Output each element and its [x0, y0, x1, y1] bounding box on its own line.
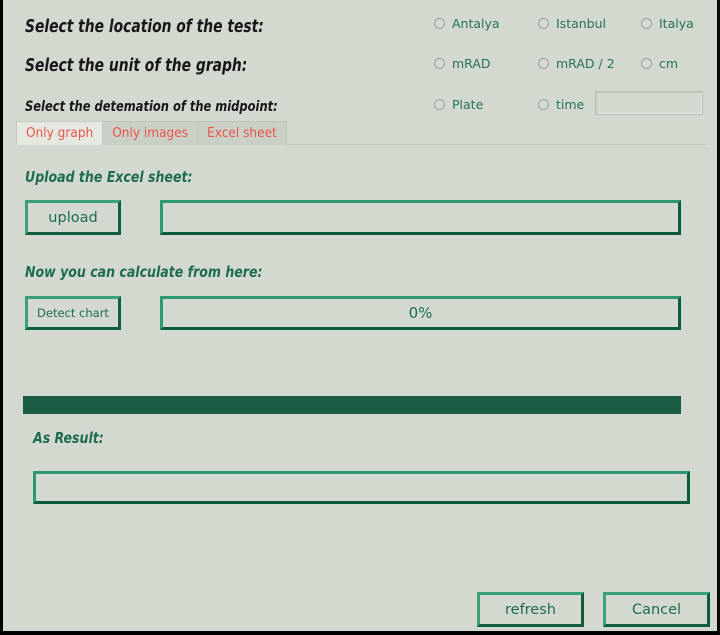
radio-label-mrad: mRAD — [452, 56, 491, 71]
radio-label-plate: Plate — [452, 97, 484, 112]
radio-label-time: time — [556, 97, 585, 112]
tab-excel-sheet[interactable]: Excel sheet — [197, 121, 287, 145]
result-section-label: As Result: — [33, 429, 104, 447]
refresh-button[interactable]: refresh — [477, 592, 584, 627]
radio-unit-cm[interactable]: cm — [641, 56, 678, 71]
unit-row-label: Select the unit of the graph: — [25, 56, 248, 76]
section-divider-bar — [23, 396, 681, 414]
radio-label-mrad-half: mRAD / 2 — [556, 56, 615, 71]
radio-circle-icon[interactable] — [538, 58, 549, 69]
radio-unit-mrad-half[interactable]: mRAD / 2 — [538, 56, 615, 71]
upload-section-label: Upload the Excel sheet: — [25, 168, 193, 186]
calculate-section-label: Now you can calculate from here: — [25, 263, 263, 281]
radio-label-istanbul: Istanbul — [556, 16, 607, 31]
location-row-label: Select the location of the test: — [25, 17, 264, 37]
app-window: Select the location of the test: Antalya… — [0, 0, 720, 635]
cancel-button[interactable]: Cancel — [603, 592, 710, 627]
radio-circle-icon[interactable] — [434, 18, 445, 29]
detect-chart-button[interactable]: Detect chart — [25, 296, 121, 330]
radio-circle-icon[interactable] — [641, 18, 652, 29]
radio-unit-mrad[interactable]: mRAD — [434, 56, 491, 71]
radio-location-italya[interactable]: Italya — [641, 16, 694, 31]
radio-location-istanbul[interactable]: Istanbul — [538, 16, 606, 31]
tab-only-images[interactable]: Only images — [102, 121, 199, 145]
result-input[interactable] — [33, 471, 690, 504]
radio-label-antalya: Antalya — [452, 16, 500, 31]
radio-circle-icon[interactable] — [434, 99, 445, 110]
upload-path-input[interactable] — [160, 200, 681, 235]
radio-circle-icon[interactable] — [538, 18, 549, 29]
radio-label-cm: cm — [659, 56, 679, 71]
radio-midpoint-time[interactable]: time — [538, 97, 584, 112]
progress-bar: 0% — [160, 296, 681, 330]
midpoint-time-input[interactable] — [595, 91, 703, 115]
midpoint-row-label: Select the detemation of the midpoint: — [25, 99, 278, 115]
tab-bar: Only graph Only images Excel sheet — [16, 121, 287, 145]
radio-circle-icon[interactable] — [538, 99, 549, 110]
radio-midpoint-plate[interactable]: Plate — [434, 97, 483, 112]
form-row-location: Select the location of the test: — [3, 8, 717, 46]
tab-only-graph[interactable]: Only graph — [16, 121, 104, 145]
radio-label-italya: Italya — [659, 16, 694, 31]
upload-button[interactable]: upload — [25, 200, 121, 235]
radio-circle-icon[interactable] — [434, 58, 445, 69]
radio-location-antalya[interactable]: Antalya — [434, 16, 500, 31]
radio-circle-icon[interactable] — [641, 58, 652, 69]
